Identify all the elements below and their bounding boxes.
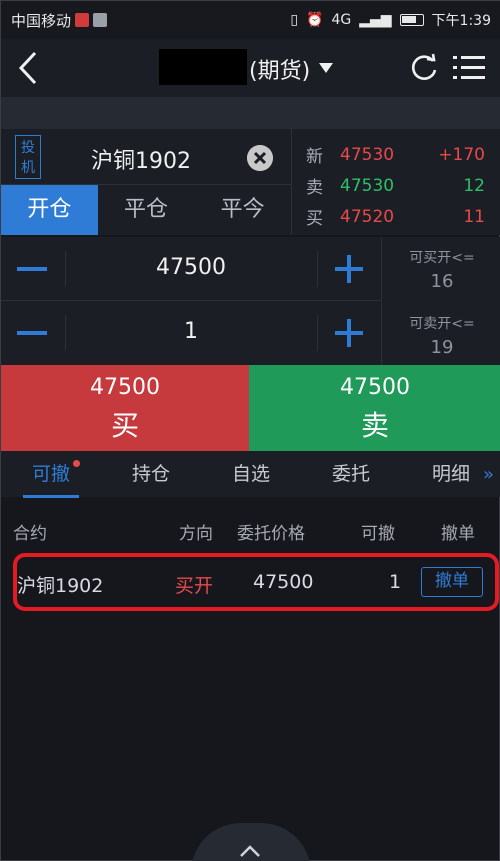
contract-selector[interactable]: 投机 沪铜1902: [1, 129, 291, 185]
tab-open[interactable]: 开仓: [1, 185, 98, 235]
sell-open-available: 可卖开<= 19: [382, 313, 500, 358]
available-panel: 可买开<= 16 可卖开<= 19: [381, 237, 500, 365]
quote-volume: 11: [463, 206, 485, 227]
buy-button[interactable]: 47500 买: [1, 365, 249, 451]
price-increase-button[interactable]: [335, 255, 363, 283]
quantity-increase-button[interactable]: [335, 319, 363, 347]
tab-positions[interactable]: 持仓: [101, 452, 201, 496]
buy-open-available: 可买开<= 16: [382, 247, 500, 292]
chevron-up-icon: [240, 845, 260, 857]
page-title[interactable]: (期货): [249, 53, 310, 85]
tab-orders[interactable]: 委托: [301, 452, 401, 496]
speculation-badge-label: 投机: [21, 140, 35, 176]
clear-icon[interactable]: [247, 145, 273, 171]
price-input[interactable]: 47500: [65, 255, 317, 280]
title-dropdown-icon[interactable]: [319, 63, 333, 73]
menu-icon[interactable]: [453, 53, 485, 83]
row-direction: 买开: [175, 575, 214, 597]
table-row[interactable]: 沪铜1902 买开 47500 1 撤单: [13, 553, 499, 611]
vibrate-icon: ▯: [290, 12, 299, 28]
row-qty: 1: [389, 571, 402, 593]
battery-icon: [399, 14, 424, 26]
clock: 下午1:39: [431, 13, 491, 29]
network-type: 4G: [331, 12, 352, 28]
tab-label: 可撤: [31, 463, 70, 485]
quote-label: 新: [306, 147, 323, 167]
row-price: 47500: [253, 571, 314, 593]
quote-price: 47520: [340, 206, 395, 227]
app-notification-icon: [93, 13, 108, 27]
divider: [317, 251, 318, 287]
nav-bar: (期货): [1, 39, 500, 97]
divider: [317, 315, 318, 351]
unread-dot-icon: [73, 460, 80, 467]
sell-open-value: 19: [430, 337, 454, 358]
carrier: 中国移动: [11, 10, 108, 31]
buy-open-value: 16: [430, 271, 454, 292]
quote-price: 47530: [340, 175, 395, 196]
quote-row-ask[interactable]: 卖 47530 12: [292, 170, 500, 201]
buy-price: 47500: [90, 375, 160, 400]
header-cancel: 撤单: [441, 524, 475, 544]
quote-label: 买: [306, 209, 323, 229]
price-decrease-button[interactable]: [17, 267, 47, 271]
sell-label: 卖: [360, 409, 389, 442]
refresh-icon[interactable]: [409, 53, 439, 83]
header-price: 委托价格: [237, 524, 305, 544]
sell-price: 47500: [340, 375, 410, 400]
cancel-order-button[interactable]: 撤单: [421, 567, 483, 597]
quote-change: +170: [438, 144, 485, 165]
table-header: 合约 方向 委托价格 可撤 撤单: [1, 513, 500, 549]
speculation-badge[interactable]: 投机: [15, 135, 41, 179]
spacer-bar: [1, 97, 500, 129]
header-contract: 合约: [13, 524, 47, 544]
header-direction: 方向: [179, 524, 213, 544]
notification-icon: [75, 13, 90, 27]
quote-price: 47530: [340, 144, 395, 165]
carrier-name: 中国移动: [11, 11, 72, 30]
quote-volume: 12: [463, 175, 485, 196]
quantity-input[interactable]: 1: [65, 319, 317, 344]
tab-cancellable[interactable]: 可撤: [1, 452, 101, 498]
contract-name[interactable]: 沪铜1902: [91, 143, 191, 175]
app-frame: 中国移动 ▯ ⏰ 4G ▂▄▆ 下午1:39 (期货) 投机 沪铜1902 开仓…: [0, 0, 500, 861]
buy-open-label: 可买开<=: [409, 250, 475, 266]
quantity-decrease-button[interactable]: [17, 331, 47, 335]
status-icons: ▯ ⏰ 4G ▂▄▆ 下午1:39: [290, 10, 491, 30]
sell-open-label: 可卖开<=: [409, 316, 475, 332]
quote-label: 卖: [306, 178, 323, 198]
buy-label: 买: [110, 409, 139, 442]
trade-mode-tabs: 开仓 平仓 平今: [1, 185, 291, 235]
quantity-stepper: 1: [1, 301, 381, 365]
status-bar: 中国移动 ▯ ⏰ 4G ▂▄▆ 下午1:39: [1, 1, 500, 39]
row-contract: 沪铜1902: [17, 575, 104, 597]
quote-row-bid[interactable]: 买 47520 11: [292, 201, 500, 232]
quote-row-last: 新 47530 +170: [292, 139, 500, 170]
header-cancellable: 可撤: [361, 524, 395, 544]
signal-icon: ▂▄▆: [359, 12, 392, 28]
quote-panel: 新 47530 +170 卖 47530 12 买 47520 11: [291, 129, 500, 235]
back-icon[interactable]: [13, 49, 45, 87]
tab-close[interactable]: 平仓: [98, 185, 195, 235]
account-name-redacted: [159, 49, 247, 85]
bottom-tabs: 可撤 持仓 自选 委托 明细: [1, 451, 500, 498]
sell-button[interactable]: 47500 卖: [249, 365, 500, 451]
more-tabs-icon[interactable]: »: [483, 464, 494, 485]
collapse-handle[interactable]: [191, 823, 311, 861]
tab-close-today[interactable]: 平今: [194, 185, 291, 235]
price-stepper: 47500: [1, 237, 381, 301]
order-inputs: 47500 1: [1, 237, 381, 365]
tab-watchlist[interactable]: 自选: [201, 452, 301, 496]
alarm-icon: ⏰: [306, 12, 324, 28]
